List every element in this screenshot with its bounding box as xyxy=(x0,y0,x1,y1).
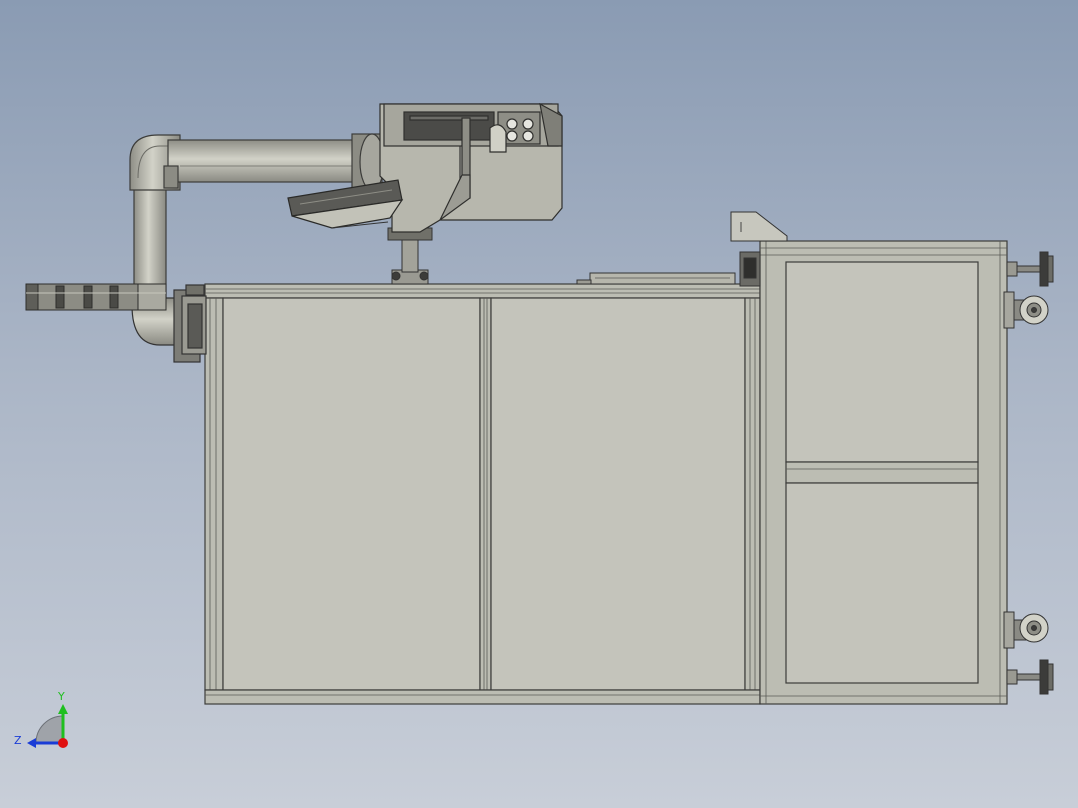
cabinet-panel-left xyxy=(222,297,481,691)
side-cabinet xyxy=(759,240,1008,705)
cad-model-drawing: Y Z xyxy=(14,102,1054,748)
triad-arc xyxy=(35,715,64,744)
control-head xyxy=(379,102,563,233)
top-slide-rail xyxy=(576,272,736,285)
coordinate-triad: Y Z xyxy=(14,690,68,748)
caster-lower xyxy=(1003,611,1049,649)
cabinet-panel-right xyxy=(490,297,746,691)
caster-upper xyxy=(1003,291,1049,329)
operator-panel xyxy=(287,179,404,229)
cable-gland xyxy=(25,283,167,311)
cabinet-bottom-rail xyxy=(204,689,761,705)
cabinet-right-post xyxy=(744,297,761,691)
leveling-foot-lower xyxy=(1006,659,1054,695)
triad-x-axis-origin xyxy=(58,738,68,748)
arm-horizontal-pipe xyxy=(167,139,369,183)
side-panel-upper xyxy=(785,261,979,463)
cad-viewport[interactable]: Y Z xyxy=(0,0,1078,808)
head-support-column xyxy=(387,227,433,285)
cabinet-top-rail xyxy=(204,283,761,299)
main-cabinet xyxy=(204,283,761,705)
triad-y-label: Y xyxy=(57,690,65,703)
cabinet-left-post xyxy=(204,297,224,691)
side-divider-rail xyxy=(785,461,979,484)
leveling-foot-upper xyxy=(1006,251,1054,287)
side-panel-lower xyxy=(785,482,979,684)
triad-z-label: Z xyxy=(14,734,22,747)
cabinet-middle-post xyxy=(479,297,492,691)
